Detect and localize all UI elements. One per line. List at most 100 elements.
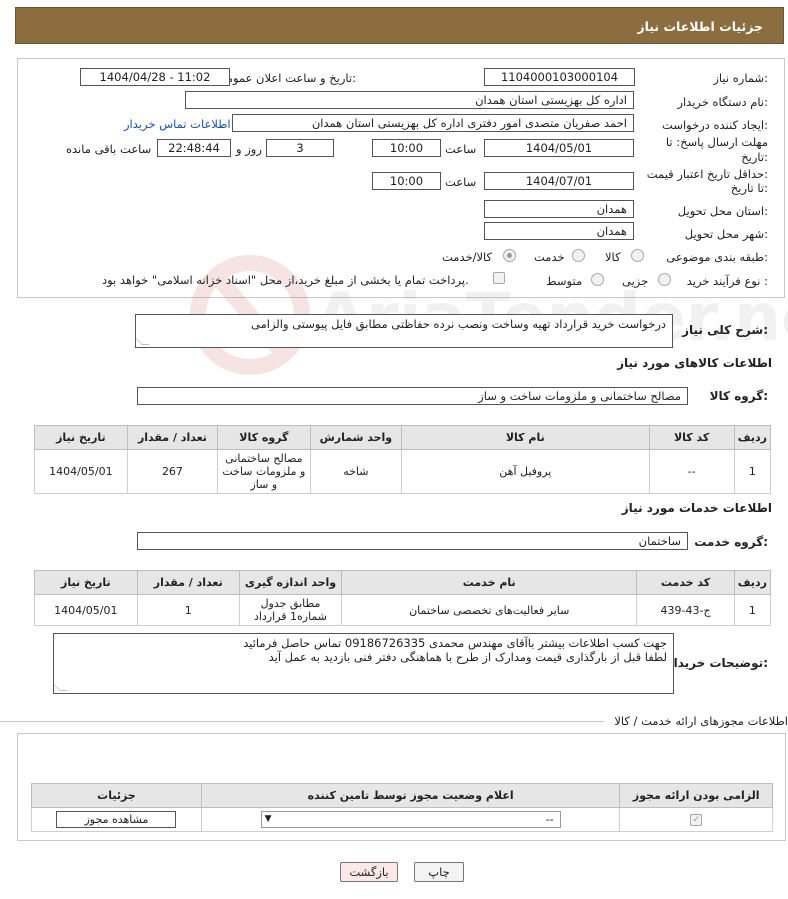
announce-label: تاریخ و ساعت اعلان عمومی:: [217, 71, 356, 85]
services-group-label: گروه خدمت:: [694, 535, 768, 549]
goods-table: ردیف کد کالا نام کالا واحد شمارش گروه کا…: [34, 425, 772, 494]
services-cell-unit: مطابق جدول شماره1 قرارداد: [238, 594, 343, 626]
permits-cell-details: مشاهده مجوز: [31, 807, 202, 832]
permits-col-required: الزامی بودن ارائه مجوز: [619, 783, 773, 808]
days-field: 3: [266, 139, 334, 157]
view-permit-button[interactable]: مشاهده مجوز: [56, 811, 177, 828]
need-number-label: شماره نیاز:: [713, 71, 768, 85]
services-table-header: ردیف کد خدمت نام خدمت واحد اندازه گیری ت…: [34, 570, 772, 595]
services-col-row: ردیف: [733, 570, 772, 595]
category-label: طبقه بندی موضوعی:: [666, 250, 768, 264]
process-label: نوع فرآیند خرید :: [686, 274, 768, 288]
goods-cell-date: 1404/05/01: [34, 449, 128, 494]
permits-cell-status: ▼ --: [200, 807, 621, 832]
buyer-notes-label: توضیحات خریدار:: [666, 656, 768, 670]
goods-table-header: ردیف کد کالا نام کالا واحد شمارش گروه کا…: [34, 425, 772, 450]
services-group-field: ساختمان: [137, 532, 688, 550]
city-field: همدان: [484, 222, 634, 240]
buyer-notes-line2: لطفا قبل از بارگذاری قیمت ومدارک از طرح …: [268, 650, 667, 664]
buyer-org-label: نام دستگاه خریدار:: [677, 95, 768, 109]
category-option-service: خدمت: [534, 250, 565, 264]
services-cell-qty: 1: [136, 594, 240, 626]
validity-label-line2: تا تاریخ:: [730, 181, 768, 195]
permits-section-title: اطلاعات مجوزهای ارائه خدمت / کالا: [614, 714, 788, 728]
permit-status-value: --: [545, 813, 554, 826]
city-label: شهر محل تحویل:: [684, 227, 768, 241]
goods-cell-row: 1: [733, 449, 772, 494]
description-text: درخواست خرید قرارداد تهیه وساخت ونصب نرد…: [251, 317, 666, 331]
province-field: همدان: [484, 200, 634, 218]
validity-label: حداقل تاریخ اعتبار قیمت: تا تاریخ:: [647, 167, 768, 195]
goods-group-label: گروه کالا:: [709, 389, 768, 403]
validity-label-line1: حداقل تاریخ اعتبار قیمت:: [646, 167, 768, 181]
services-table: ردیف کد خدمت نام خدمت واحد اندازه گیری ت…: [34, 570, 772, 626]
description-textarea[interactable]: درخواست خرید قرارداد تهیه وساخت ونصب نرد…: [135, 314, 673, 348]
goods-col-group: گروه کالا: [217, 425, 311, 450]
category-option-goods-service: کالا/خدمت: [442, 250, 493, 264]
deadline-label-line1: مهلت ارسال پاسخ: تا: [665, 135, 768, 149]
deadline-time-field: 10:00: [372, 139, 441, 157]
category-radio-goods[interactable]: [631, 249, 644, 262]
goods-cell-name: پروفیل آهن: [401, 449, 650, 494]
validity-time-label: ساعت: [445, 175, 477, 189]
need-number-field: 1104000103000104: [484, 68, 635, 86]
goods-col-code: کد کالا: [648, 425, 735, 450]
goods-col-date: تاریخ نیاز: [34, 425, 128, 450]
category-option-goods: کالا: [605, 250, 621, 264]
process-radio-medium[interactable]: [591, 273, 604, 286]
permit-required-checkbox: ✓: [690, 814, 703, 826]
category-radio-goods-service[interactable]: [503, 249, 516, 262]
print-button[interactable]: چاپ: [414, 862, 464, 882]
days-label: روز و: [236, 142, 262, 156]
services-col-date: تاریخ نیاز: [34, 570, 138, 595]
deadline-label-line2: تاریخ:: [741, 150, 768, 164]
description-label: شرح کلی نیاز:: [682, 323, 768, 337]
back-button[interactable]: بازگشت: [340, 862, 398, 882]
goods-group-field: مصالح ساختمانی و ملزومات ساخت و ساز: [137, 387, 688, 405]
services-col-name: نام خدمت: [341, 570, 638, 595]
buyer-contact-link[interactable]: اطلاعات تماس خریدار: [124, 117, 231, 131]
resize-grip-icon[interactable]: [54, 683, 68, 691]
services-cell-date: 1404/05/01: [34, 594, 138, 626]
table-row: ✓ ▼ -- مشاهده مجوز: [31, 807, 773, 832]
requester-field: احمد صفریان متصدی امور دفتری اداره کل به…: [232, 114, 634, 132]
category-radio-service[interactable]: [572, 249, 585, 262]
process-radio-minor[interactable]: [658, 273, 671, 286]
services-section-title: اطلاعات خدمات مورد نیاز: [621, 501, 772, 515]
goods-col-name: نام کالا: [401, 425, 650, 450]
deadline-label: مهلت ارسال پاسخ: تا تاریخ:: [666, 135, 768, 165]
remaining-time-field: 22:48:44: [157, 139, 231, 157]
permits-col-status: اعلام وضعیت مجوز توسط تامین کننده: [200, 783, 621, 808]
table-row: 1 ج-43-439 سایر فعالیت‌های تخصصی ساختمان…: [34, 594, 772, 626]
goods-cell-qty: 267: [126, 449, 219, 494]
services-cell-name: سایر فعالیت‌های تخصصی ساختمان: [341, 594, 638, 626]
goods-col-unit: واحد شمارش: [309, 425, 403, 450]
page-title: جزئیات اطلاعات نیاز: [637, 19, 763, 34]
permits-table: الزامی بودن ارائه مجوز اعلام وضعیت مجوز …: [31, 783, 773, 832]
services-col-unit: واحد اندازه گیری: [238, 570, 343, 595]
permits-cell-required: ✓: [619, 807, 773, 832]
goods-cell-unit: شاخه: [309, 449, 403, 494]
treasury-payment-checkbox[interactable]: [493, 272, 505, 284]
treasury-payment-note: پرداخت تمام یا بخشی از مبلغ خرید،از محل …: [102, 273, 469, 287]
goods-col-row: ردیف: [733, 425, 772, 450]
buyer-notes-line1: جهت کسب اطلاعات بیشتر باآقای مهندس محمدی…: [243, 636, 667, 650]
buyer-notes-textarea[interactable]: جهت کسب اطلاعات بیشتر باآقای مهندس محمدی…: [53, 633, 674, 694]
process-option-minor: جزیی: [622, 274, 649, 288]
deadline-date-field: 1404/05/01: [484, 139, 634, 157]
goods-cell-group: مصالح ساختمانی و ملزومات ساخت و ساز: [217, 449, 311, 494]
resize-grip-icon[interactable]: [136, 337, 150, 345]
permits-table-header: الزامی بودن ارائه مجوز اعلام وضعیت مجوز …: [31, 783, 773, 808]
page-header: جزئیات اطلاعات نیاز: [15, 7, 784, 44]
table-row: 1 -- پروفیل آهن شاخه مصالح ساختمانی و مل…: [34, 449, 772, 494]
services-cell-row: 1: [733, 594, 772, 626]
validity-time-field: 10:00: [372, 172, 441, 190]
validity-date-field: 1404/07/01: [484, 172, 634, 190]
permit-status-select[interactable]: ▼ --: [260, 811, 561, 828]
buyer-org-field: اداره کل بهزیستی استان همدان: [185, 91, 634, 109]
province-label: استان محل تحویل:: [677, 204, 768, 218]
goods-col-qty: تعداد / مقدار: [126, 425, 219, 450]
process-option-medium: متوسط: [546, 274, 583, 288]
services-col-qty: تعداد / مقدار: [136, 570, 240, 595]
chevron-down-icon: ▼: [264, 814, 272, 824]
